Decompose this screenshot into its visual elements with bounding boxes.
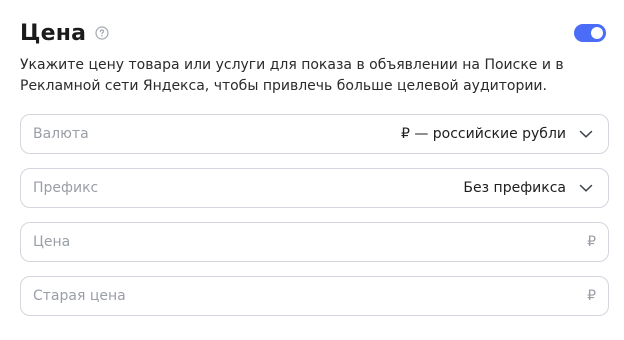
old-price-currency-suffix: ₽ <box>587 288 596 304</box>
prefix-value: Без префикса <box>463 180 566 196</box>
prefix-select[interactable]: Префикс Без префикса <box>20 168 609 208</box>
chevron-down-icon <box>578 126 594 142</box>
price-settings-panel: Цена Укажите цену товара или услуги для … <box>0 0 624 340</box>
currency-label: Валюта <box>33 126 89 142</box>
old-price-placeholder: Старая цена <box>33 288 126 304</box>
help-circle-icon[interactable] <box>94 25 110 41</box>
prefix-label: Префикс <box>33 180 99 196</box>
chevron-down-icon <box>578 180 594 196</box>
prefix-right: Без префикса <box>463 180 594 196</box>
currency-select[interactable]: Валюта ₽ — российские рубли <box>20 114 609 154</box>
toggle-knob <box>591 27 603 39</box>
currency-value: ₽ — российские рубли <box>400 126 566 142</box>
currency-right: ₽ — российские рубли <box>401 126 594 142</box>
price-input[interactable]: Цена ₽ <box>20 222 609 262</box>
price-toggle[interactable] <box>574 24 606 42</box>
section-title: Цена <box>20 20 87 46</box>
title-wrap: Цена <box>20 21 110 46</box>
price-currency-suffix: ₽ <box>587 234 596 250</box>
price-placeholder: Цена <box>33 234 71 250</box>
price-fields: Валюта ₽ — российские рубли Префикс Без … <box>20 114 609 316</box>
section-header: Цена <box>20 16 606 50</box>
section-description: Укажите цену товара или услуги для показ… <box>20 57 564 94</box>
old-price-input[interactable]: Старая цена ₽ <box>20 276 609 316</box>
